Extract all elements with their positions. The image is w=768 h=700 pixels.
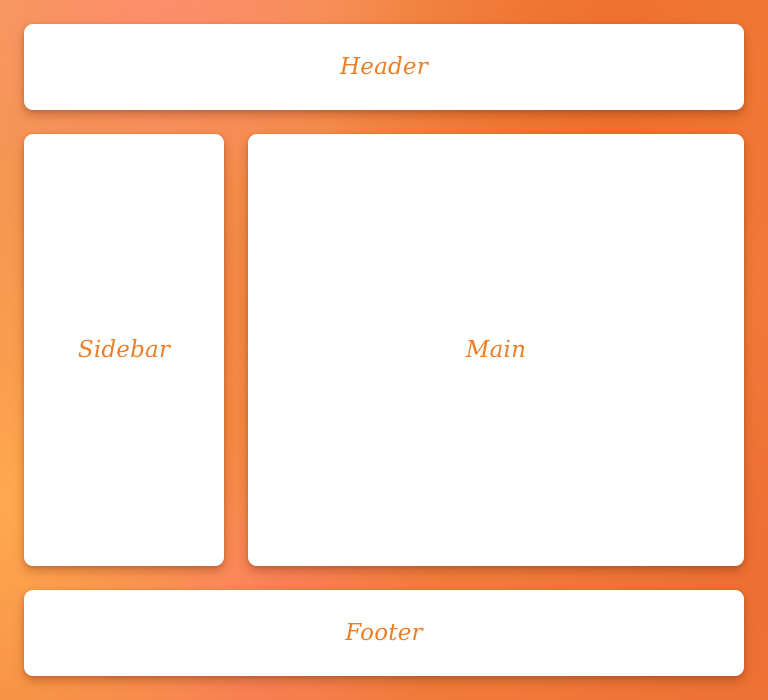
main-label: Main — [465, 337, 527, 363]
footer-panel: Footer — [24, 590, 744, 676]
header-panel: Header — [24, 24, 744, 110]
footer-label: Footer — [345, 620, 423, 646]
sidebar-label: Sidebar — [77, 337, 171, 363]
sidebar-panel: Sidebar — [24, 134, 224, 566]
header-label: Header — [340, 54, 428, 80]
main-panel: Main — [248, 134, 744, 566]
